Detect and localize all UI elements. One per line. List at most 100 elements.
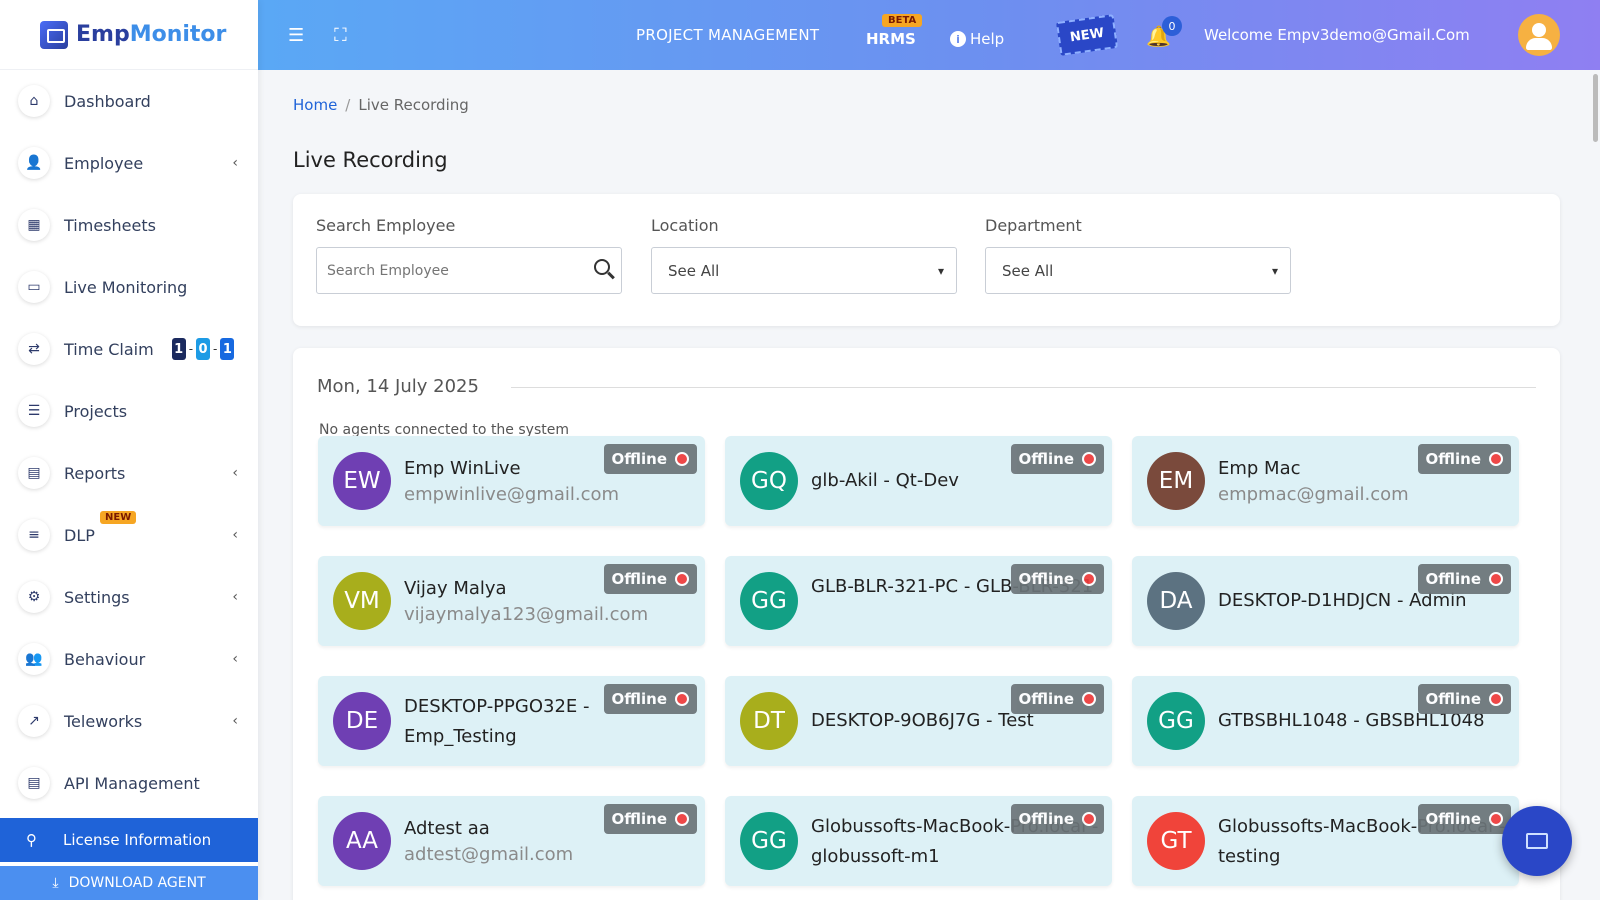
agent-tile[interactable]: DA DESKTOP-D1HDJCN - Admin Offline — [1132, 556, 1519, 646]
status-label: Offline — [1018, 690, 1075, 708]
calendar-icon: ▦ — [18, 209, 50, 241]
menu-toggle-icon[interactable]: ☰ — [288, 25, 304, 46]
search-employee-label: Search Employee — [316, 216, 456, 235]
fullscreen-icon[interactable]: ⛶ — [334, 25, 347, 46]
sidebar-item-label: Timesheets — [64, 215, 156, 235]
chat-support-button[interactable] — [1502, 806, 1572, 876]
logo-icon — [40, 20, 68, 49]
department-group: Department See All ▾ — [985, 216, 1291, 294]
agent-tile[interactable]: GG Globussofts-MacBook-Pro.local - globus… — [725, 796, 1112, 886]
page-title: Live Recording — [293, 148, 448, 172]
agent-avatar: VM — [333, 572, 391, 630]
status-badge: Offline — [1417, 444, 1511, 474]
status-label: Offline — [1425, 810, 1482, 828]
sidebar-item-behaviour[interactable]: 👥 Behaviour ‹ — [0, 628, 258, 690]
agent-list-card: Mon, 14 July 2025 No agents connected to… — [293, 348, 1560, 900]
department-label: Department — [985, 216, 1082, 235]
sidebar-item-settings[interactable]: ⚙ Settings ‹ — [0, 566, 258, 628]
status-badge: Offline — [603, 804, 697, 834]
counter-digit: 1 — [171, 338, 186, 360]
sidebar-item-projects[interactable]: ☰ Projects — [0, 380, 258, 442]
scrollbar-thumb[interactable] — [1593, 74, 1598, 142]
monitor-icon: ▭ — [18, 271, 50, 303]
offline-dot-icon — [675, 572, 689, 586]
download-agent-button[interactable]: ⤓ DOWNLOAD AGENT — [0, 866, 258, 900]
status-badge: Offline — [1417, 684, 1511, 714]
agent-tile[interactable]: AA Adtest aa adtest@gmail.com Offline — [318, 796, 705, 886]
status-badge: Offline — [1010, 684, 1104, 714]
user-avatar[interactable] — [1518, 14, 1560, 56]
agent-tile[interactable]: VM Vijay Malya vijaymalya123@gmail.com Offl… — [318, 556, 705, 646]
status-label: Offline — [1425, 690, 1482, 708]
logo[interactable]: EmpMonitor — [0, 0, 258, 70]
location-group: Location See All ▾ — [651, 216, 957, 294]
hrms-link[interactable]: HRMS — [866, 30, 916, 48]
welcome-text: Welcome Empv3demo@Gmail.Com — [1204, 26, 1470, 44]
sidebar-item-live-monitoring[interactable]: ▭ Live Monitoring — [0, 256, 258, 318]
logo-text-monitor: Monitor — [129, 22, 227, 47]
sidebar-item-label: API Management — [64, 773, 200, 793]
agent-tile[interactable]: GG GLB-BLR-321-PC - GLB-BLR-321 Offline — [725, 556, 1112, 646]
status-label: Offline — [611, 690, 668, 708]
sidebar-item-label: Settings — [64, 587, 130, 607]
help-link[interactable]: i Help — [950, 30, 1004, 48]
chevron-down-icon: ▾ — [937, 263, 944, 278]
status-badge: Offline — [603, 564, 697, 594]
counter-digit: 1 — [220, 338, 235, 360]
swap-icon: ⇄ — [18, 333, 50, 365]
department-select[interactable]: See All ▾ — [985, 247, 1291, 294]
search-employee-group: Search Employee — [316, 216, 622, 294]
chevron-left-icon: ‹ — [232, 713, 238, 729]
sidebar-item-employee[interactable]: 👤 Employee ‹ — [0, 132, 258, 194]
license-label: License Information — [63, 831, 212, 849]
status-label: Offline — [1425, 570, 1482, 588]
status-badge: Offline — [1417, 564, 1511, 594]
chevron-left-icon: ‹ — [232, 465, 238, 481]
agent-avatar: EM — [1147, 452, 1205, 510]
sidebar-item-api-management[interactable]: ▤ API Management — [0, 752, 258, 814]
agent-tile[interactable]: GG GTBSBHL1048 - GBSBHL1048 Offline — [1132, 676, 1519, 766]
breadcrumb: Home / Live Recording — [293, 96, 469, 114]
sidebar-item-dlp[interactable]: ≡ DLP NEW ‹ — [0, 504, 258, 566]
sidebar-item-label: Time Claim — [64, 339, 154, 359]
top-header: ☰ ⛶ PROJECT MANAGEMENT BETA HRMS i Help … — [258, 0, 1600, 70]
search-icon[interactable] — [594, 259, 610, 275]
search-employee-input[interactable] — [316, 247, 622, 294]
agent-avatar: GQ — [740, 452, 798, 510]
sidebar-item-label: Employee — [64, 153, 144, 173]
breadcrumb-home[interactable]: Home — [293, 96, 337, 114]
agent-tile[interactable]: GQ glb-Akil - Qt-Dev Offline — [725, 436, 1112, 526]
status-label: Offline — [1018, 450, 1075, 468]
sidebar-item-label: Behaviour — [64, 649, 146, 669]
location-select[interactable]: See All ▾ — [651, 247, 957, 294]
sidebar-item-reports[interactable]: ▤ Reports ‹ — [0, 442, 258, 504]
agent-tile[interactable]: EM Emp Mac empmac@gmail.com Offline — [1132, 436, 1519, 526]
date-divider — [511, 387, 1536, 388]
status-badge: Offline — [1417, 804, 1511, 834]
sidebar-item-timesheets[interactable]: ▦ Timesheets — [0, 194, 258, 256]
license-information-button[interactable]: ⚲ License Information — [0, 818, 258, 862]
status-label: Offline — [1018, 570, 1075, 588]
agent-tile[interactable]: GT Globussofts-MacBook-Pro.local - testin… — [1132, 796, 1519, 886]
new-stamp-badge[interactable]: NEW — [1055, 14, 1119, 56]
sidebar-item-dashboard[interactable]: ⌂ Dashboard — [0, 70, 258, 132]
offline-dot-icon — [1082, 572, 1096, 586]
home-icon: ⌂ — [18, 85, 50, 117]
offline-dot-icon — [1082, 692, 1096, 706]
location-selected-value: See All — [668, 261, 720, 280]
agent-tile[interactable]: DT DESKTOP-9OB6J7G - Test Offline — [725, 676, 1112, 766]
project-management-link[interactable]: PROJECT MANAGEMENT — [636, 26, 819, 44]
sidebar-item-label: Teleworks — [64, 711, 143, 731]
agent-tile[interactable]: DE DESKTOP-PPGO32E - Emp_Testing Offline — [318, 676, 705, 766]
gear-icon: ⚙ — [18, 581, 50, 613]
agent-email: vijaymalya123@gmail.com — [404, 604, 649, 625]
sidebar-nav: ⌂ Dashboard 👤 Employee ‹ ▦ Timesheets ▭ Live Mon… — [0, 70, 258, 814]
sidebar-item-teleworks[interactable]: ↗ Teleworks ‹ — [0, 690, 258, 752]
chevron-left-icon: ‹ — [232, 527, 238, 543]
sidebar-item-time-claim[interactable]: ⇄ Time Claim 1-0-1 — [0, 318, 258, 380]
time-claim-counter: 1-0-1 — [171, 338, 235, 360]
sidebar-item-label: Dashboard — [64, 91, 151, 111]
agent-tile[interactable]: EW Emp WinLive empwinlive@gmail.com Offline — [318, 436, 705, 526]
agent-email: adtest@gmail.com — [404, 844, 574, 865]
notification-count-badge: 0 — [1162, 16, 1182, 36]
